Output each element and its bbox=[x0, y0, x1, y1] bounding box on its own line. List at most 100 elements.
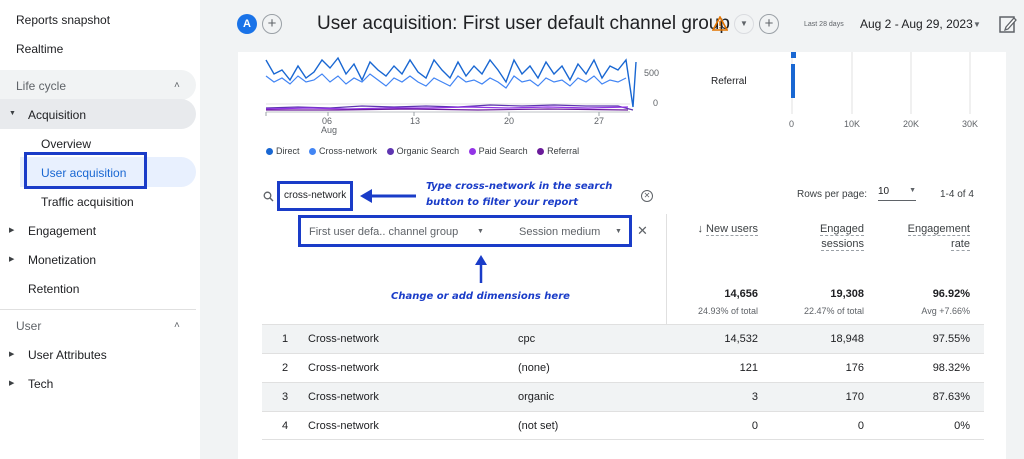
nav-reports-snapshot[interactable]: Reports snapshot bbox=[16, 13, 110, 27]
row-channel: Cross-network bbox=[308, 391, 379, 403]
nav-acquisition[interactable]: Acquisition bbox=[28, 108, 86, 122]
column-header-engaged-sessions[interactable]: Engaged sessions bbox=[788, 222, 864, 252]
caret-right-icon: ▶ bbox=[9, 380, 15, 387]
row-medium: organic bbox=[518, 391, 555, 403]
customize-report-icon[interactable] bbox=[998, 14, 1018, 34]
nav-engagement[interactable]: Engagement bbox=[28, 224, 96, 238]
row-engagement-rate: 87.63% bbox=[932, 391, 970, 403]
row-medium: cpc bbox=[518, 333, 536, 345]
add-comparison-button[interactable]: + bbox=[262, 14, 282, 34]
table-row[interactable]: 1 Cross-network cpc 14,532 18,948 97.55% bbox=[262, 324, 984, 353]
chevron-down-icon[interactable]: ▼ bbox=[477, 228, 484, 235]
chart-legend: Direct Cross-network Organic Search Paid… bbox=[266, 146, 586, 156]
chevron-up-icon[interactable]: ˄ bbox=[174, 80, 180, 91]
date-range-picker[interactable]: Aug 2 - Aug 29, 2023 bbox=[860, 17, 973, 31]
row-medium: (none) bbox=[518, 362, 550, 374]
y-tick: 500 bbox=[644, 68, 660, 78]
total-new-users-share: 24.93% of total bbox=[697, 306, 758, 316]
search-icon bbox=[263, 191, 274, 202]
secondary-dimension-select[interactable]: Session medium bbox=[519, 226, 600, 238]
total-engaged-sessions: 19,308 bbox=[830, 288, 864, 300]
row-engagement-rate: 0% bbox=[954, 420, 970, 432]
caret-right-icon: ▶ bbox=[9, 256, 15, 263]
caret-right-icon: ▶ bbox=[9, 227, 15, 234]
annotation-arrow-left-icon bbox=[360, 189, 416, 203]
caret-right-icon: ▶ bbox=[9, 351, 15, 358]
dimension-selector-box: First user defa.. channel group ▼ Sessio… bbox=[298, 215, 632, 247]
main-area: A + User acquisition: First user default… bbox=[200, 0, 1024, 459]
legend-item-referral[interactable]: Referral bbox=[537, 146, 579, 156]
chevron-down-icon[interactable]: ▼ bbox=[973, 20, 981, 29]
comparison-avatar[interactable]: A bbox=[237, 14, 257, 34]
title-dropdown-button[interactable]: ▼ bbox=[734, 14, 754, 34]
pagination-range: 1-4 of 4 bbox=[940, 189, 974, 200]
chevron-down-icon[interactable]: ▼ bbox=[615, 228, 622, 235]
clear-search-icon[interactable]: ✕ bbox=[641, 190, 653, 202]
search-input[interactable]: cross-network bbox=[277, 181, 353, 211]
row-channel: Cross-network bbox=[308, 362, 379, 374]
column-header-new-users[interactable]: ↓ New users bbox=[678, 222, 758, 237]
bar-tick: 30K bbox=[962, 119, 979, 129]
x-tick: 27 bbox=[594, 116, 605, 126]
warning-icon[interactable] bbox=[712, 16, 728, 31]
rows-per-page-label: Rows per page: bbox=[797, 189, 868, 200]
row-new-users: 14,532 bbox=[724, 333, 758, 345]
row-engaged-sessions: 170 bbox=[845, 391, 864, 403]
bar-previous bbox=[791, 52, 796, 58]
row-engagement-rate: 98.32% bbox=[932, 362, 970, 374]
column-header-engagement-rate[interactable]: Engagement rate bbox=[888, 222, 970, 252]
legend-item-cross-network[interactable]: Cross-network bbox=[309, 146, 377, 156]
caret-down-icon: ▼ bbox=[9, 110, 16, 117]
table-row[interactable]: 4 Cross-network (not set) 0 0 0% bbox=[262, 411, 984, 440]
add-report-button[interactable]: + bbox=[759, 14, 779, 34]
chevron-up-icon[interactable]: ˄ bbox=[174, 320, 180, 331]
chart-area bbox=[265, 52, 971, 116]
nav-tech[interactable]: Tech bbox=[28, 377, 53, 391]
legend-item-organic-search[interactable]: Organic Search bbox=[386, 146, 459, 156]
report-card: 500 0 06 Aug 13 20 27 Referral 0 10K 20K… bbox=[238, 52, 1006, 459]
row-index: 1 bbox=[282, 333, 289, 345]
nav-overview[interactable]: Overview bbox=[41, 137, 91, 151]
total-engaged-sessions-share: 22.47% of total bbox=[803, 306, 864, 316]
sidebar: Reports snapshot Realtime Life cycle ˄ ▼… bbox=[0, 0, 200, 459]
total-engagement-rate-avg: Avg +7.66% bbox=[921, 306, 970, 316]
nav-monetization[interactable]: Monetization bbox=[28, 253, 96, 267]
bar-tick: 20K bbox=[903, 119, 920, 129]
table-row[interactable]: 3 Cross-network organic 3 170 87.63% bbox=[262, 382, 984, 411]
nav-traffic-acquisition[interactable]: Traffic acquisition bbox=[41, 195, 134, 209]
row-engaged-sessions: 176 bbox=[845, 362, 864, 374]
total-new-users: 14,656 bbox=[724, 288, 758, 300]
row-channel: Cross-network bbox=[308, 333, 379, 345]
nav-retention[interactable]: Retention bbox=[28, 282, 79, 296]
x-tick: 13 bbox=[410, 116, 421, 126]
row-new-users: 121 bbox=[739, 362, 758, 374]
report-header: A + User acquisition: First user default… bbox=[200, 0, 1024, 52]
lifecycle-title: Life cycle bbox=[16, 79, 67, 93]
row-engagement-rate: 97.55% bbox=[932, 333, 970, 345]
bar-category-label: Referral bbox=[711, 76, 747, 87]
series-line-referral bbox=[266, 108, 629, 111]
row-channel: Cross-network bbox=[308, 420, 379, 432]
row-index: 3 bbox=[282, 391, 289, 403]
remove-dimension-icon[interactable]: ✕ bbox=[637, 223, 648, 239]
user-title: User bbox=[16, 319, 42, 333]
nav-user-attributes[interactable]: User Attributes bbox=[28, 348, 107, 362]
x-month-label: Aug bbox=[321, 125, 338, 135]
table-row[interactable]: 2 Cross-network (none) 121 176 98.32% bbox=[262, 353, 984, 382]
row-new-users: 0 bbox=[751, 420, 758, 432]
rows-per-page-select[interactable]: 10 ▼ bbox=[878, 186, 916, 201]
row-engaged-sessions: 0 bbox=[857, 420, 864, 432]
y-tick: 0 bbox=[653, 98, 659, 108]
total-engagement-rate: 96.92% bbox=[932, 288, 970, 300]
nav-realtime[interactable]: Realtime bbox=[16, 42, 63, 56]
primary-dimension-select[interactable]: First user defa.. channel group bbox=[309, 226, 458, 238]
legend-item-paid-search[interactable]: Paid Search bbox=[468, 146, 528, 156]
row-engaged-sessions: 18,948 bbox=[830, 333, 864, 345]
x-tick: 20 bbox=[504, 116, 515, 126]
annotation-search-line1: Type cross-network in the search bbox=[426, 181, 613, 192]
legend-item-direct[interactable]: Direct bbox=[266, 146, 300, 156]
annotation-dimensions: Change or add dimensions here bbox=[391, 291, 570, 302]
date-prefix: Last 28 days bbox=[804, 21, 844, 28]
row-index: 4 bbox=[282, 420, 289, 432]
nav-user-acquisition[interactable]: User acquisition bbox=[41, 166, 126, 180]
